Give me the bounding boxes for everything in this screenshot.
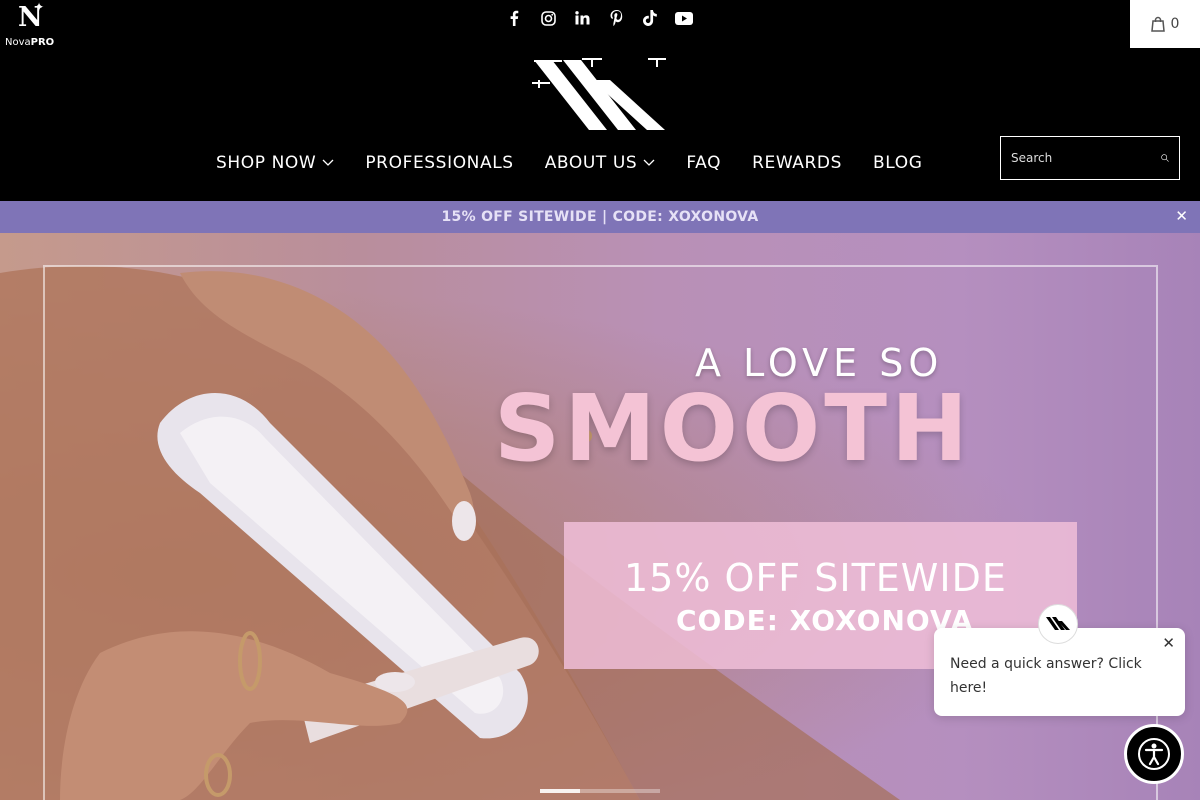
- nova-logo-text: NovaPRO: [5, 37, 55, 48]
- accessibility-icon: [1138, 738, 1170, 770]
- hero-offer-text: 15% OFF SITEWIDE: [624, 556, 1007, 600]
- nav-professionals-label: PROFESSIONALS: [365, 153, 514, 173]
- nav-faq[interactable]: FAQ: [686, 153, 721, 173]
- linkedin-icon[interactable]: [565, 6, 599, 30]
- nav-blog[interactable]: BLOG: [873, 153, 922, 173]
- slide-indicator-3[interactable]: [620, 789, 660, 793]
- slideshow-indicators: [540, 789, 660, 793]
- social-links: [497, 6, 701, 30]
- slide-indicator-2[interactable]: [580, 789, 620, 793]
- site-header: N ✦ NovaPRO 0 SHOP NOW PROFESSIONALS ABO…: [0, 0, 1200, 201]
- accessibility-button[interactable]: [1124, 724, 1184, 784]
- nav-about-us[interactable]: ABOUT US: [545, 153, 656, 173]
- cart-button[interactable]: 0: [1130, 0, 1200, 48]
- promo-text: 15% OFF SITEWIDE | CODE: XOXONOVA: [441, 209, 759, 225]
- nav-professionals[interactable]: PROFESSIONALS: [365, 153, 513, 173]
- promo-bar: 15% OFF SITEWIDE | CODE: XOXONOVA ✕: [0, 201, 1200, 233]
- search-input[interactable]: [1011, 151, 1161, 165]
- hero-headline-large: SMOOTH: [494, 375, 972, 482]
- nav-blog-label: BLOG: [873, 153, 923, 173]
- hero-offer-code: CODE: XOXONOVA: [676, 604, 974, 637]
- chevron-down-icon: [643, 159, 655, 166]
- nav-rewards[interactable]: REWARDS: [752, 153, 842, 173]
- nav-faq-label: FAQ: [686, 153, 722, 173]
- brand-logo-icon: [1046, 617, 1070, 630]
- bag-icon: [1150, 16, 1165, 32]
- brand-logo[interactable]: [530, 58, 670, 133]
- chevron-down-icon: [322, 159, 334, 166]
- cart-count: 0: [1170, 16, 1180, 32]
- pinterest-icon[interactable]: [599, 6, 633, 30]
- instagram-icon[interactable]: [531, 6, 565, 30]
- youtube-icon[interactable]: [667, 6, 701, 30]
- facebook-icon[interactable]: [497, 6, 531, 30]
- nav-shop-now-label: SHOP NOW: [216, 153, 317, 173]
- promo-close-icon[interactable]: ✕: [1175, 207, 1188, 225]
- chat-message: Need a quick answer? Click here!: [950, 656, 1142, 696]
- nav-rewards-label: REWARDS: [752, 153, 843, 173]
- chat-avatar: [1038, 604, 1078, 644]
- nav-shop-now[interactable]: SHOP NOW: [216, 153, 334, 173]
- slide-indicator-1[interactable]: [540, 789, 580, 793]
- nav-about-us-label: ABOUT US: [544, 153, 638, 173]
- sparkle-icon: ✦: [34, 0, 45, 14]
- tiktok-icon[interactable]: [633, 6, 667, 30]
- main-navigation: SHOP NOW PROFESSIONALS ABOUT US FAQ REWA…: [216, 148, 923, 178]
- novapro-logo[interactable]: N ✦ NovaPRO: [4, 0, 60, 50]
- search-icon[interactable]: [1161, 148, 1169, 168]
- chat-close-icon[interactable]: ✕: [1162, 634, 1175, 652]
- search-box[interactable]: [1000, 136, 1180, 180]
